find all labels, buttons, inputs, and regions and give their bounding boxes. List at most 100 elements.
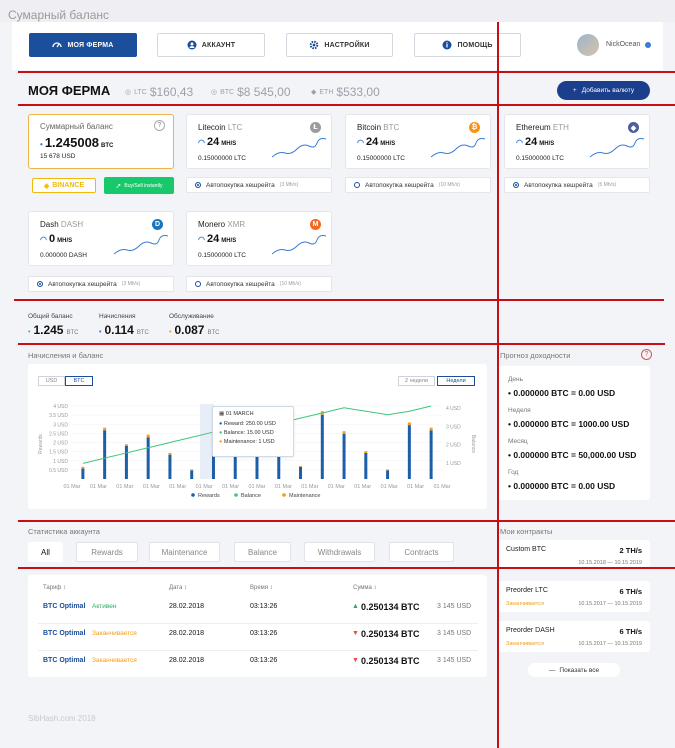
tab-balance[interactable]: Balance (234, 542, 291, 562)
radio-icon[interactable] (354, 182, 360, 188)
legend-label: Rewards (198, 493, 220, 499)
x-tick-label: 01 Mar (116, 484, 133, 490)
guide-line (18, 71, 675, 73)
column-header-amount[interactable]: Сумма ↕ (353, 585, 377, 591)
sparkline (271, 235, 327, 255)
tooltip-maintenance: ● Maintenance: 1 USD (219, 439, 275, 445)
user-name[interactable]: NickOcean (606, 41, 640, 48)
accruals-balance: Начисления • 0.114 BTC (99, 313, 149, 337)
table-row[interactable]: BTC Optimal Активен 28.02.2018 03:13:26 … (38, 597, 478, 624)
auto-buy-hashrate-toggle[interactable]: Автопокупка хешрейта (5 Mh/s) (504, 177, 650, 193)
summary-title: Суммарный баланс (40, 122, 113, 131)
sparkline (430, 138, 486, 158)
summary-balance-card: Суммарный баланс ? • 1.245008 BTC 15 678 U… (28, 114, 174, 169)
table-row[interactable]: BTC Optimal Заканчивается 28.02.2018 03:… (38, 624, 478, 651)
radio-icon[interactable] (195, 281, 201, 287)
coin-balance: 0.000000 DASH (40, 252, 87, 259)
help-icon[interactable]: ? (154, 120, 165, 131)
auto-buy-hashrate-toggle[interactable]: Автопокупка хешрейта (10 Mh/s) (186, 276, 332, 292)
tab-maintenance[interactable]: Maintenance (149, 542, 220, 562)
coin-balance: 0.15000000 LTC (516, 155, 564, 162)
nav-help-button[interactable]: ПОМОЩЬ (414, 33, 521, 57)
radio-icon[interactable] (37, 281, 43, 287)
tab-contracts[interactable]: Contracts (389, 542, 454, 562)
chart-tooltip: ▦ 01 MARCH ● Reward: 250.00 USD ● Balanc… (212, 406, 294, 457)
rate-eth: ◆ ETH $533,00 (311, 85, 380, 99)
nav-account-label: АККАУНТ (201, 41, 236, 49)
y-tick-label: 3 USD (53, 422, 68, 428)
x-tick-label: 01 Mar (63, 484, 80, 490)
legend-marker (234, 493, 238, 497)
show-all-contracts-button[interactable]: — Показать все (528, 663, 620, 677)
tab-rewards[interactable]: Rewards (76, 542, 138, 562)
column-header-time[interactable]: Время ↕ (250, 585, 273, 591)
bar-maintenance (168, 452, 172, 455)
auto-buy-hashrate-toggle[interactable]: Автопокупка хешрейта (10 Mh/s) (345, 177, 491, 193)
coin-card-xmr[interactable]: Monero XMR M ◠ 24 MH/S 0.15000000 LTC (186, 211, 332, 266)
eth-icon: ◆ (311, 89, 317, 96)
coin-card-dash[interactable]: Dash DASH D ◠ 0 MH/S 0.000000 DASH (28, 211, 174, 266)
binance-button[interactable]: ◈ BINANCE (32, 178, 96, 193)
add-currency-button[interactable]: + Добавить валюту (557, 81, 650, 100)
bar-maintenance (299, 465, 303, 467)
speedometer-icon (52, 42, 63, 48)
arrow-down-icon: ▼ (352, 657, 359, 664)
coin-card-eth[interactable]: Ethereum ETH ◆ ◠ 24 MH/S 0.15000000 LTC (504, 114, 650, 169)
contract-card[interactable]: Preorder LTC 6 TH/s Заканчивается 10.15.… (498, 581, 650, 612)
forecast-help-icon[interactable]: ? (641, 349, 652, 360)
x-tick-label: 01 Mar (381, 484, 398, 490)
guide-line (14, 299, 664, 301)
bar-rewards (81, 468, 85, 479)
sparkline (271, 138, 327, 158)
rocket-icon: ➚ (115, 182, 122, 190)
bar-rewards (168, 454, 172, 479)
gauge-icon: ◠ (516, 138, 523, 147)
auto-buy-hashrate-toggle[interactable]: Автопокупка хешрейта (3 Mh/s) (186, 177, 332, 193)
y-right-axis-label: Balance (470, 435, 476, 453)
contract-card[interactable]: Preorder DASH 6 TH/s Заканчивается 10.15… (498, 621, 650, 652)
forecast-month-value: • 0.000000 BTC = 50,000.00 USD (508, 450, 637, 460)
btc-icon: ◎ (211, 89, 218, 96)
column-header-plan[interactable]: Тариф ↕ (43, 585, 66, 591)
y-right-tick-label: 4 USD (446, 406, 461, 412)
dash-icon: D (152, 219, 163, 230)
xmr-icon: M (310, 219, 321, 230)
coin-card-btc[interactable]: Bitcoin BTC ₿ ◠ 24 MH/S 0.15000000 LTC (345, 114, 491, 169)
bar-maintenance (103, 427, 107, 431)
guide-line (497, 22, 499, 748)
coin-card-ltc[interactable]: Litecoin LTC Ł ◠ 24 MH/S 0.15000000 LTC (186, 114, 332, 169)
binance-logo-icon: ◈ (43, 182, 50, 190)
auto-buy-hashrate-toggle[interactable]: Автопокупка хешрейта (3 Mh/s) (28, 276, 174, 292)
nav-settings-button[interactable]: НАСТРОЙКИ (286, 33, 393, 57)
y-right-tick-label: 1 USD (446, 461, 461, 467)
status-badge: Заканчивается (92, 657, 137, 664)
forecast-day-value: • 0.000000 BTC = 0.00 USD (508, 388, 616, 398)
avatar[interactable] (577, 34, 599, 56)
radio-icon[interactable] (513, 182, 519, 188)
tooltip-balance: ● Balance: 15.00 USD (219, 430, 274, 436)
contract-card[interactable]: Custom BTC 2 TH/s 10.15.2018 — 10.15.201… (498, 540, 650, 567)
bar-maintenance (386, 469, 390, 471)
tab-withdrawals[interactable]: Withdrawals (304, 542, 375, 562)
x-tick-label: 01 Mar (275, 484, 292, 490)
stats-title: Статистика аккаунта (28, 527, 100, 536)
tab-all[interactable]: All (28, 542, 63, 562)
contract-status: Заканчивается (506, 641, 544, 647)
nav-account-button[interactable]: АККАУНТ (157, 33, 265, 57)
user-icon (187, 40, 197, 50)
accruals-title: Начисления и баланс (28, 351, 104, 360)
radio-icon[interactable] (195, 182, 201, 188)
legend-label: Balance (241, 493, 261, 499)
buy-sell-button[interactable]: ➚ Buy/Sell instantly (104, 177, 174, 194)
bar-rewards (407, 425, 411, 479)
user-menu-chevron-icon[interactable] (645, 42, 651, 48)
nav-my-farm-button[interactable]: МОЯ ФЕРМА (29, 33, 137, 57)
column-header-date[interactable]: Дата ↕ (169, 585, 187, 591)
legend-marker (282, 493, 286, 497)
table-row[interactable]: BTC Optimal Заканчивается 28.02.2018 03:… (38, 651, 478, 678)
x-tick-label: 01 Mar (90, 484, 107, 490)
forecast-title: Прогноз доходности (500, 351, 571, 360)
x-tick-label: 01 Mar (301, 484, 318, 490)
bar-maintenance (342, 431, 346, 434)
tooltip-date: ▦ 01 MARCH (219, 411, 254, 417)
